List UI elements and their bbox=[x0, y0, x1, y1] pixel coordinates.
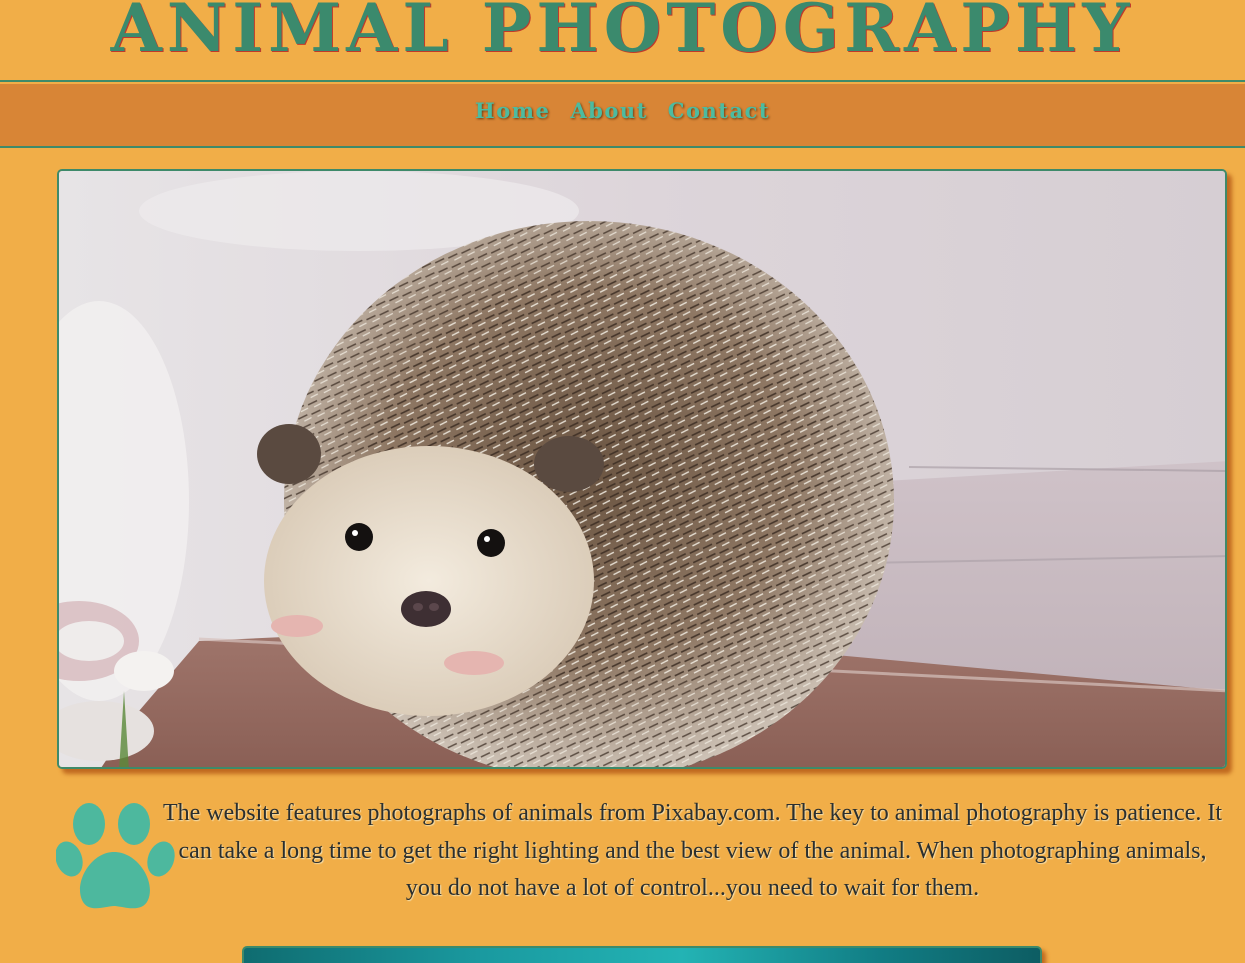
nav-list: Home About Contact bbox=[475, 96, 770, 126]
nav-link-home[interactable]: Home bbox=[475, 98, 550, 123]
nav-item-about: About bbox=[570, 96, 647, 126]
nav-item-home: Home bbox=[475, 96, 550, 126]
nav-link-about[interactable]: About bbox=[570, 98, 647, 123]
nav-item-contact: Contact bbox=[668, 96, 770, 126]
hedgehog-photo bbox=[59, 171, 1225, 767]
site-header: ANIMAL PHOTOGRAPHY bbox=[0, 0, 1245, 82]
intro-paragraph: The website features photographs of anim… bbox=[162, 800, 1223, 901]
hero-image bbox=[57, 169, 1227, 769]
second-photo bbox=[242, 946, 1042, 963]
site-title: ANIMAL PHOTOGRAPHY bbox=[110, 0, 1135, 67]
nav-link-contact[interactable]: Contact bbox=[668, 98, 770, 123]
main-nav: Home About Contact bbox=[0, 84, 1245, 148]
paw-icon bbox=[56, 803, 175, 909]
